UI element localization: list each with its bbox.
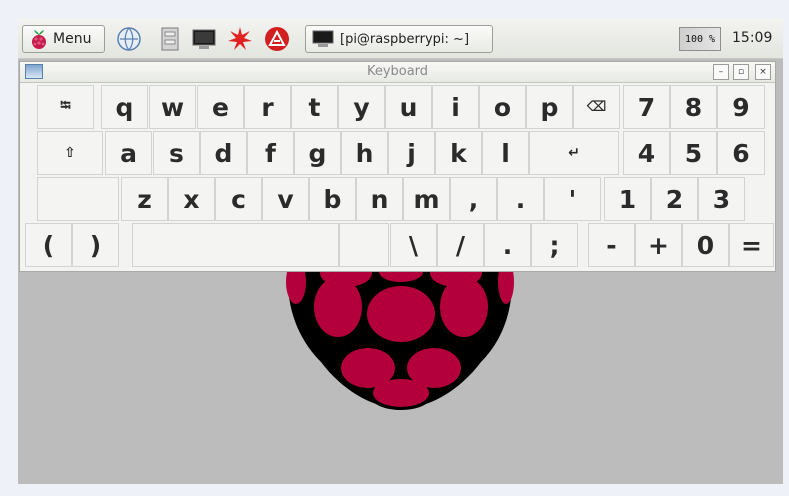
cpu-monitor: 100 % bbox=[679, 27, 721, 51]
terminal-task-button[interactable]: [pi@raspberrypi: ~] bbox=[305, 25, 493, 53]
key-z[interactable]: z bbox=[121, 177, 168, 221]
key-tab[interactable]: ⭾ bbox=[37, 85, 94, 129]
key-d[interactable]: d bbox=[200, 131, 247, 175]
key-dot[interactable]: . bbox=[484, 223, 531, 267]
key-0[interactable]: 0 bbox=[682, 223, 729, 267]
maximize-button[interactable]: ▫ bbox=[733, 64, 749, 80]
key-slash[interactable]: / bbox=[437, 223, 484, 267]
key-4[interactable]: 4 bbox=[623, 131, 670, 175]
key-h[interactable]: h bbox=[341, 131, 388, 175]
key-m[interactable]: m bbox=[403, 177, 450, 221]
math-icon[interactable] bbox=[227, 26, 253, 52]
key-apostrophe[interactable]: ' bbox=[544, 177, 601, 221]
taskbar: Menu [pi@raspberrypi: ~] 100 % 15:09 bbox=[18, 18, 783, 59]
key-blank-left[interactable] bbox=[37, 177, 119, 221]
key-b[interactable]: b bbox=[309, 177, 356, 221]
raspberry-logo bbox=[286, 272, 514, 410]
key-enter[interactable]: ↵ bbox=[529, 131, 619, 175]
menu-button[interactable]: Menu bbox=[22, 25, 105, 53]
window-title: Keyboard bbox=[366, 64, 429, 79]
key-w[interactable]: w bbox=[149, 85, 196, 129]
close-button[interactable]: × bbox=[755, 64, 771, 80]
key-plus[interactable]: + bbox=[635, 223, 682, 267]
key-t[interactable]: t bbox=[291, 85, 338, 129]
cpu-label: 100 % bbox=[684, 33, 716, 45]
menu-label: Menu bbox=[53, 31, 92, 47]
key-minus[interactable]: - bbox=[588, 223, 635, 267]
key-6[interactable]: 6 bbox=[717, 131, 765, 175]
desktop: Menu [pi@raspberrypi: ~] 100 % 15:09 Key… bbox=[18, 18, 783, 484]
key-n[interactable]: n bbox=[356, 177, 403, 221]
file-manager-icon[interactable] bbox=[157, 26, 183, 52]
key-period[interactable]: . bbox=[497, 177, 544, 221]
key-e[interactable]: e bbox=[197, 85, 244, 129]
key-y[interactable]: y bbox=[338, 85, 385, 129]
key-a[interactable]: a bbox=[105, 131, 152, 175]
key-i[interactable]: i bbox=[432, 85, 479, 129]
key-backslash[interactable]: \ bbox=[390, 223, 437, 267]
key-7[interactable]: 7 bbox=[623, 85, 670, 129]
keyboard-window: Keyboard – ▫ × ⭾ q w e r t y u i o p ⌫ 7… bbox=[19, 61, 776, 272]
key-k[interactable]: k bbox=[435, 131, 482, 175]
key-r[interactable]: r bbox=[244, 85, 291, 129]
key-c[interactable]: c bbox=[215, 177, 262, 221]
key-1[interactable]: 1 bbox=[604, 177, 651, 221]
key-blank-mid[interactable] bbox=[339, 223, 389, 267]
key-equals[interactable]: = bbox=[729, 223, 774, 267]
key-x[interactable]: x bbox=[168, 177, 215, 221]
key-close-paren[interactable]: ) bbox=[72, 223, 119, 267]
key-9[interactable]: 9 bbox=[717, 85, 765, 129]
key-o[interactable]: o bbox=[479, 85, 526, 129]
key-j[interactable]: j bbox=[388, 131, 435, 175]
clock[interactable]: 15:09 bbox=[732, 30, 772, 46]
key-2[interactable]: 2 bbox=[651, 177, 698, 221]
key-5[interactable]: 5 bbox=[670, 131, 717, 175]
key-p[interactable]: p bbox=[526, 85, 573, 129]
key-s[interactable]: s bbox=[153, 131, 200, 175]
key-open-paren[interactable]: ( bbox=[25, 223, 72, 267]
window-titlebar[interactable]: Keyboard – ▫ × bbox=[20, 62, 775, 83]
terminal-icon[interactable] bbox=[191, 26, 217, 52]
key-q[interactable]: q bbox=[101, 85, 148, 129]
key-v[interactable]: v bbox=[262, 177, 309, 221]
task-label: [pi@raspberrypi: ~] bbox=[340, 31, 470, 47]
web-browser-icon[interactable] bbox=[116, 26, 142, 52]
key-backspace[interactable]: ⌫ bbox=[573, 85, 620, 129]
raspberry-icon bbox=[32, 30, 46, 49]
terminal-task-icon bbox=[312, 30, 334, 47]
key-u[interactable]: u bbox=[385, 85, 432, 129]
key-comma[interactable]: , bbox=[450, 177, 497, 221]
wolfram-icon[interactable] bbox=[264, 26, 290, 52]
key-space[interactable] bbox=[132, 223, 339, 267]
key-shift[interactable]: ⇧ bbox=[37, 131, 103, 175]
key-g[interactable]: g bbox=[294, 131, 341, 175]
key-3[interactable]: 3 bbox=[698, 177, 745, 221]
minimize-button[interactable]: – bbox=[713, 64, 729, 80]
key-f[interactable]: f bbox=[247, 131, 294, 175]
key-l[interactable]: l bbox=[482, 131, 529, 175]
key-8[interactable]: 8 bbox=[670, 85, 717, 129]
key-semicolon[interactable]: ; bbox=[531, 223, 578, 267]
